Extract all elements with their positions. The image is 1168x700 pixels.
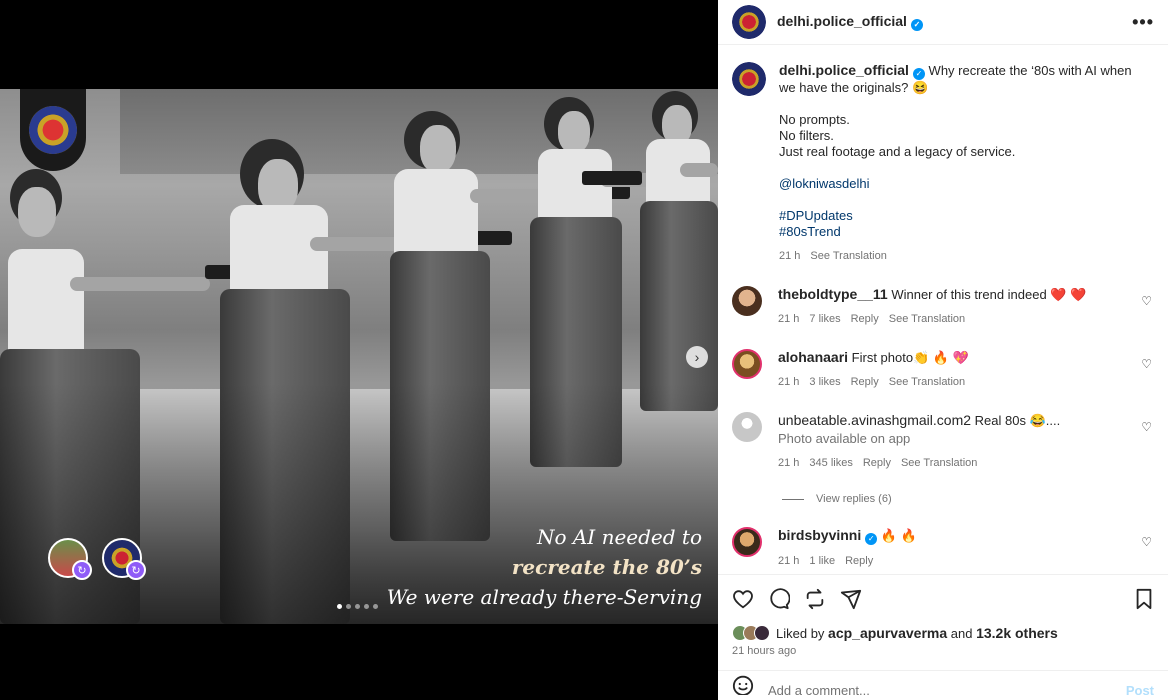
caption-mention-link[interactable]: @lokniwasdelhi (779, 176, 1149, 192)
comment-likes[interactable]: 7 likes (809, 311, 840, 327)
comment-item: unbeatable.avinashgmail.com2 Real 80s 😂.… (718, 412, 1168, 471)
comment-subtext: Photo available on app (778, 431, 911, 446)
collab-icon: ↻ (72, 560, 92, 580)
caption-line: No filters. (779, 128, 834, 143)
divider-line (782, 498, 804, 500)
carousel-dot (364, 604, 369, 609)
see-translation-link[interactable]: See Translation (810, 248, 886, 264)
view-replies-label: View replies (6) (816, 493, 892, 505)
caption-line: No prompts. (779, 112, 850, 127)
delhi-police-crest-logo (20, 89, 86, 171)
reply-button[interactable]: Reply (851, 374, 879, 390)
carousel-dot (346, 604, 351, 609)
comment-likes[interactable]: 345 likes (809, 455, 852, 471)
comments-scroll-area[interactable]: delhi.police_official ✓ Why recreate the … (718, 46, 1168, 574)
share-paper-plane-icon[interactable] (840, 588, 862, 613)
collab-icon: ↻ (126, 560, 146, 580)
post-comment-button[interactable]: Post (1126, 673, 1154, 698)
liked-by-user[interactable]: acp_apurvaverma (828, 625, 947, 641)
post-time-ago[interactable]: 21 hours ago (732, 645, 1154, 657)
save-bookmark-icon[interactable] (1134, 588, 1154, 613)
account-avatar[interactable] (732, 5, 766, 39)
add-comment-input[interactable] (768, 673, 1126, 698)
post-actions: Liked by acp_apurvaverma and 13.2k other… (718, 574, 1168, 657)
commenter-avatar[interactable] (732, 412, 762, 442)
likes-count[interactable]: 13.2k others (976, 625, 1058, 641)
carousel-dot (373, 604, 378, 609)
see-translation-link[interactable]: See Translation (889, 374, 965, 390)
commenter-username[interactable]: birdsbyvinni (778, 527, 861, 543)
carousel-dot (355, 604, 360, 609)
comment-text: 🔥 🔥 (880, 528, 917, 543)
view-replies-button[interactable]: View replies (6) (782, 493, 1168, 505)
like-comment-heart-icon[interactable]: ♡ (1141, 420, 1152, 434)
more-options-icon[interactable]: ••• (1132, 12, 1154, 33)
post-media: › ↻ ↻ No AI needed to recreate the 80’s … (0, 0, 718, 700)
comment-text: Winner of this trend indeed ❤️ ❤️ (891, 287, 1087, 302)
comment-item: alohanaari First photo👏 🔥 💖 21 h 3 likes… (718, 349, 1168, 390)
comment-text: First photo👏 🔥 💖 (851, 350, 969, 365)
commenter-username[interactable]: theboldtype__11 (778, 286, 888, 302)
collaborator-avatar[interactable]: ↻ (102, 538, 146, 580)
liker-avatars[interactable] (732, 625, 770, 641)
comment-time: 21 h (778, 313, 800, 325)
comment-time: 21 h (778, 555, 800, 567)
comment-likes[interactable]: 3 likes (809, 374, 840, 390)
like-comment-heart-icon[interactable]: ♡ (1141, 535, 1152, 549)
overlay-line-2: recreate the 80’s (511, 555, 702, 579)
caption-username[interactable]: delhi.police_official (779, 62, 909, 78)
comment-bubble-icon[interactable] (768, 587, 791, 613)
repost-icon[interactable] (804, 588, 826, 613)
carousel-indicator (337, 604, 378, 609)
like-comment-heart-icon[interactable]: ♡ (1141, 294, 1152, 308)
collaborator-avatar[interactable]: ↻ (48, 538, 92, 580)
comment-time: 21 h (778, 457, 800, 469)
see-translation-link[interactable]: See Translation (889, 311, 965, 327)
commenter-avatar[interactable] (732, 349, 762, 379)
carousel-next-button[interactable]: › (686, 346, 708, 368)
post-caption: delhi.police_official ✓ Why recreate the … (718, 46, 1168, 264)
comment-text: Real 80s 😂.... (974, 413, 1061, 428)
police-seal-icon (29, 106, 77, 154)
commenter-username[interactable]: unbeatable.avinashgmail.com2 (778, 412, 971, 428)
see-translation-link[interactable]: See Translation (901, 455, 977, 471)
overlay-line-3: We were already there-Serving (386, 585, 702, 609)
like-heart-icon[interactable] (732, 588, 754, 613)
commenter-avatar[interactable] (732, 527, 762, 557)
add-comment-bar: Post (718, 670, 1168, 700)
comment-item: birdsbyvinni ✓ 🔥 🔥 21 h 1 like Reply ♡ (718, 527, 1168, 569)
verified-badge-icon: ✓ (910, 18, 923, 31)
comment-time: 21 h (778, 376, 800, 388)
commenter-avatar[interactable] (732, 286, 762, 316)
caption-line: Just real footage and a legacy of servic… (779, 144, 1016, 159)
hashtag-link[interactable]: #80sTrend (779, 224, 1149, 240)
commenter-username[interactable]: alohanaari (778, 349, 848, 365)
caption-time: 21 h (779, 250, 801, 262)
comment-item: theboldtype__11 Winner of this trend ind… (718, 286, 1168, 327)
like-comment-heart-icon[interactable]: ♡ (1141, 357, 1152, 371)
overlay-line-1: No AI needed to (536, 525, 702, 549)
liked-by-row: Liked by acp_apurvaverma and 13.2k other… (732, 625, 1154, 641)
comment-likes[interactable]: 1 like (809, 553, 835, 569)
verified-badge-icon: ✓ (865, 533, 878, 545)
post-side-panel: delhi.police_official ✓ ••• delhi.police_… (718, 0, 1168, 700)
verified-badge-icon: ✓ (912, 68, 925, 80)
post-header: delhi.police_official ✓ ••• (718, 0, 1168, 45)
reply-button[interactable]: Reply (863, 455, 891, 471)
reply-button[interactable]: Reply (851, 311, 879, 327)
chevron-right-icon: › (694, 349, 700, 365)
photo-overlay-text: No AI needed to recreate the 80’s We wer… (387, 522, 702, 612)
reply-button[interactable]: Reply (845, 553, 873, 569)
emoji-smiley-icon[interactable] (732, 673, 754, 698)
hashtag-link[interactable]: #DPUpdates (779, 208, 1149, 224)
liked-by-prefix: Liked by (776, 625, 825, 641)
carousel-dot (337, 604, 342, 609)
account-username[interactable]: delhi.police_official ✓ (777, 13, 923, 31)
liked-by-and: and (950, 625, 973, 641)
caption-avatar[interactable] (732, 62, 766, 96)
